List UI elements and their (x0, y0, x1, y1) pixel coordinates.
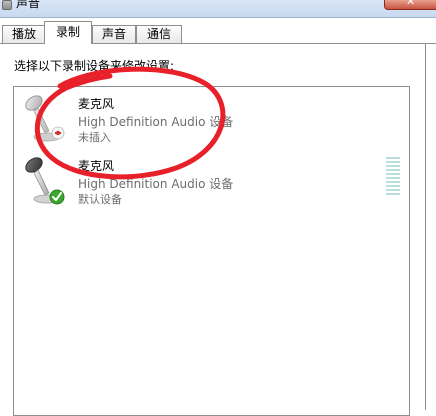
list-item[interactable]: 麦克风 High Definition Audio 设备 默认设备 (14, 151, 409, 211)
device-status: 未插入 (78, 131, 111, 144)
window-title-bar: 声音 ✕ (0, 0, 436, 18)
microphone-icon (20, 153, 72, 209)
unplugged-red-icon (51, 126, 65, 140)
tab-bar: 播放 录制 声音 通信 (0, 18, 436, 44)
speaker-icon (2, 0, 12, 10)
close-button[interactable]: ✕ (384, 0, 436, 10)
device-description: High Definition Audio 设备 (78, 177, 234, 191)
tab-sounds[interactable]: 声音 (92, 25, 136, 43)
tab-communications[interactable]: 通信 (136, 25, 182, 43)
default-check-icon (49, 189, 65, 205)
device-status: 默认设备 (78, 193, 122, 206)
tab-playback[interactable]: 播放 (2, 25, 46, 43)
close-icon: ✕ (406, 0, 416, 8)
device-name: 麦克风 (78, 97, 115, 111)
recording-panel: 选择以下录制设备来修改设置: 麦克风 High Definition Audio… (0, 44, 426, 416)
instruction-text: 选择以下录制设备来修改设置: (14, 59, 175, 73)
tab-recording[interactable]: 录制 (44, 21, 92, 44)
device-description: High Definition Audio 设备 (78, 115, 234, 129)
microphone-icon (20, 91, 72, 147)
window-title: 声音 (16, 0, 41, 10)
list-item[interactable]: 麦克风 High Definition Audio 设备 未插入 (14, 89, 409, 149)
level-meter (386, 157, 400, 195)
device-name: 麦克风 (78, 159, 115, 173)
device-list[interactable]: 麦克风 High Definition Audio 设备 未插入 麦克风 Hig… (13, 86, 410, 416)
